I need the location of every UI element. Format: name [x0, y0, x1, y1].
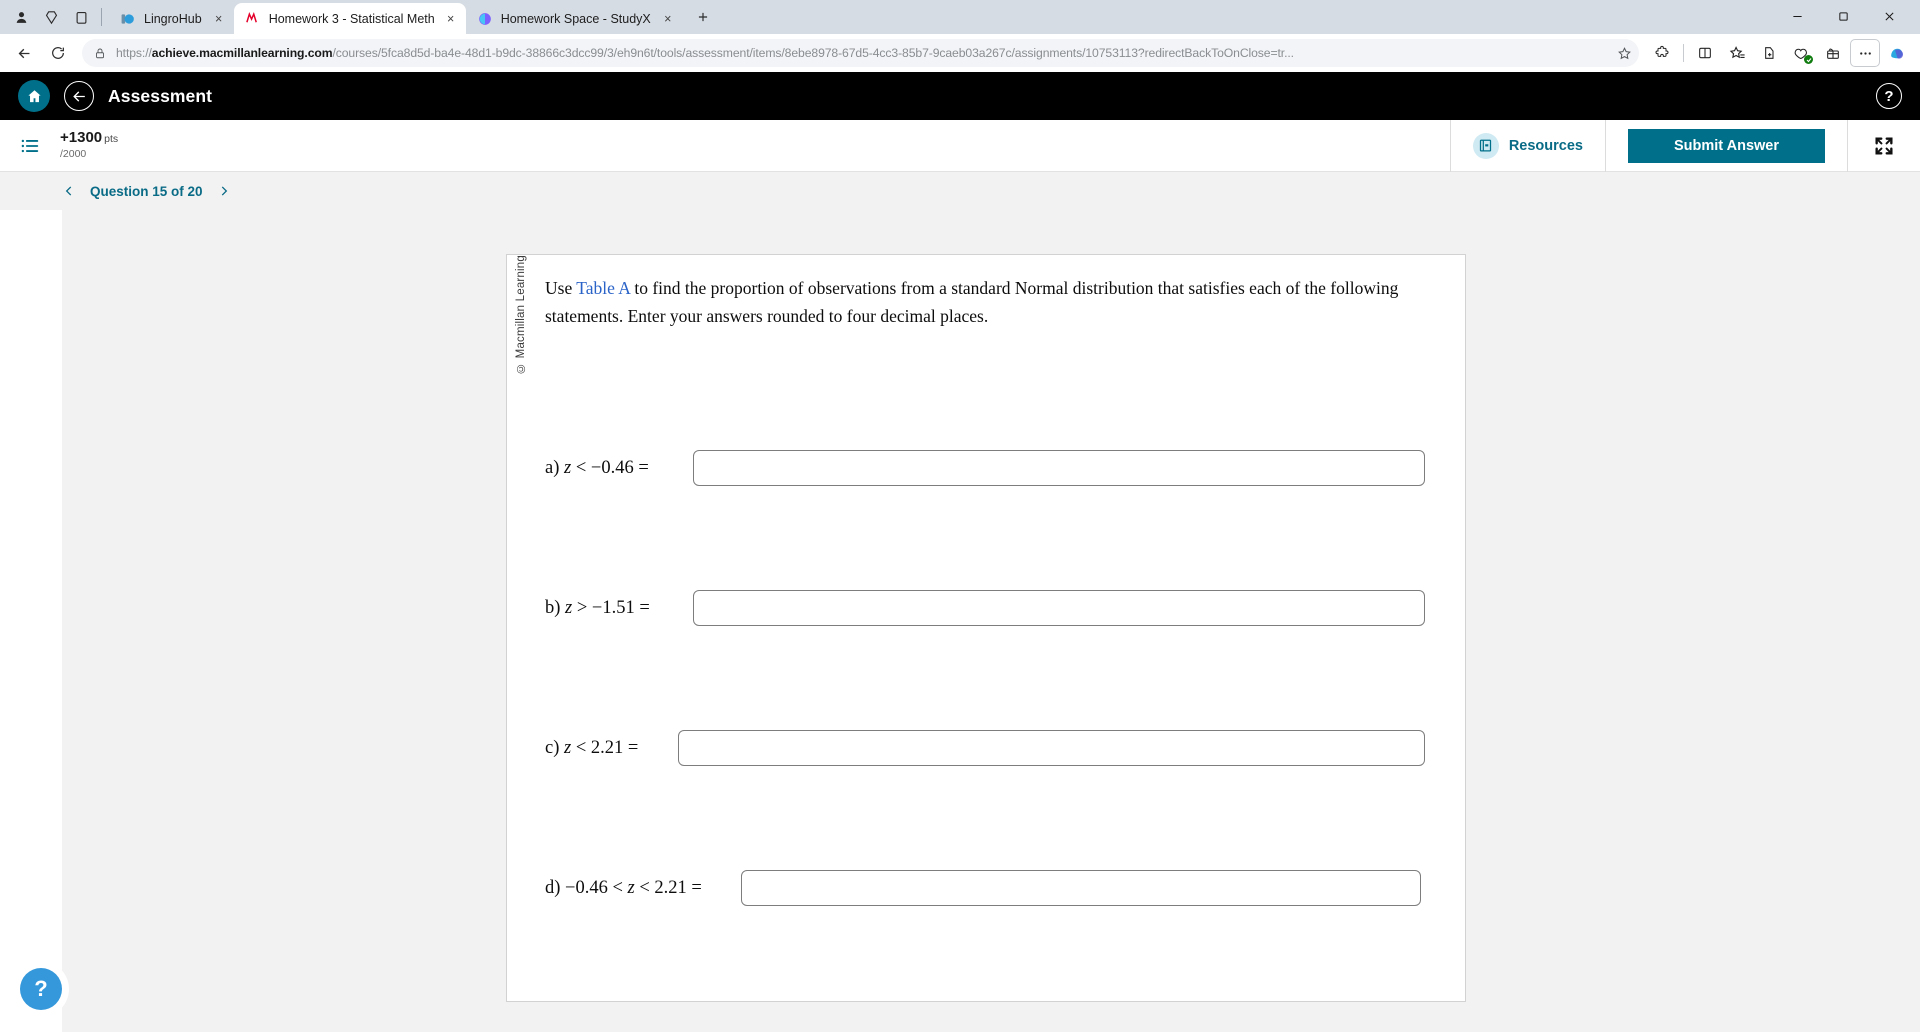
help-icon[interactable]: ?: [1876, 83, 1902, 109]
part-expression: < −0.46 =: [571, 457, 649, 478]
collections-icon[interactable]: [36, 3, 66, 31]
copilot-icon[interactable]: [1882, 39, 1912, 67]
home-icon[interactable]: [18, 80, 50, 112]
extensions-icon[interactable]: [1647, 39, 1677, 67]
chevron-left-icon[interactable]: [62, 184, 76, 198]
reload-button[interactable]: [42, 38, 74, 68]
answer-row-b: b) z > −1.51 =: [545, 538, 1425, 678]
address-bar[interactable]: https://achieve.macmillanlearning.com/co…: [82, 39, 1639, 67]
book-icon: [1472, 132, 1499, 159]
answer-input-b[interactable]: [693, 590, 1425, 627]
split-screen-icon[interactable]: [66, 3, 96, 31]
answer-label-c: c) z < 2.21 =: [545, 738, 653, 759]
browser-toolbar-icons: [1647, 39, 1912, 67]
answer-label-b: b) z > −1.51 =: [545, 598, 663, 619]
answer-input-d[interactable]: [741, 870, 1421, 907]
answer-label-a: a) z < −0.46 =: [545, 458, 663, 479]
maximize-button[interactable]: [1820, 0, 1866, 32]
macmillan-icon: [245, 11, 261, 27]
resources-label: Resources: [1508, 137, 1583, 154]
score-value: +1300: [60, 128, 103, 146]
browser-tab-lingrohub[interactable]: LingroHub ×: [109, 3, 234, 34]
part-expression: < 2.21 =: [634, 877, 702, 898]
score-toolbar: +1300 pts /2000 Resources Submit Answer: [0, 119, 1920, 172]
page-viewport: Assessment ? +1300 pts /2000 Resources S…: [0, 72, 1920, 1032]
chevron-right-icon[interactable]: [217, 184, 231, 198]
window-controls: [1774, 0, 1912, 34]
question-card: © Macmillan Learning Use Table A to find…: [506, 254, 1466, 1002]
tab-close-button[interactable]: ×: [210, 10, 228, 28]
part-prefix: b): [545, 597, 566, 618]
tab-close-button[interactable]: ×: [442, 10, 460, 28]
favorites-star-icon[interactable]: [1615, 46, 1633, 61]
part-expression: < 2.21 =: [571, 737, 639, 758]
answer-input-a[interactable]: [693, 450, 1425, 487]
part-prefix: a): [545, 457, 564, 478]
toolbar-divider: [1683, 44, 1684, 62]
prompt-text-before: Use: [545, 278, 577, 298]
browser-navigation-bar: https://achieve.macmillanlearning.com/co…: [0, 34, 1920, 72]
minimize-button[interactable]: [1774, 0, 1820, 32]
tab-strip: LingroHub × Homework 3 - Statistical Met…: [0, 0, 1920, 34]
profile-icon[interactable]: [6, 3, 36, 31]
answer-list: a) z < −0.46 = b) z > −1.51 = c) z < 2.2…: [527, 398, 1425, 958]
submit-answer-button[interactable]: Submit Answer: [1627, 128, 1825, 163]
split-screen-toolbar-icon[interactable]: [1690, 39, 1720, 67]
question-counter: Question 15 of 20: [90, 183, 203, 199]
score-display: +1300 pts /2000: [60, 128, 119, 161]
tab-title: Homework Space - StudyX: [500, 11, 651, 26]
answer-row-d: d) −0.46 < z < 2.21 =: [545, 818, 1425, 958]
back-arrow-icon[interactable]: [64, 81, 94, 111]
part-prefix: c): [545, 737, 564, 758]
tab-close-button[interactable]: ×: [659, 10, 677, 28]
lingrohub-icon: [120, 11, 136, 27]
page-title: Assessment: [108, 85, 213, 106]
browser-tab-studyx[interactable]: Homework Space - StudyX ×: [466, 3, 683, 34]
browser-window: LingroHub × Homework 3 - Statistical Met…: [0, 0, 1920, 1032]
essentials-check-badge: [1804, 55, 1813, 64]
browser-tab-homework-3[interactable]: Homework 3 - Statistical Methods ×: [233, 3, 466, 34]
lock-icon: [94, 47, 108, 60]
part-variable: z: [627, 877, 635, 898]
part-prefix: d) −0.46 <: [545, 877, 628, 898]
question-content-area: © Macmillan Learning Use Table A to find…: [0, 210, 1920, 1032]
tab-title: LingroHub: [144, 11, 202, 26]
score-value-row: +1300 pts: [60, 128, 119, 147]
part-expression: > −1.51 =: [572, 597, 650, 618]
left-rail: [0, 210, 62, 1032]
studyx-icon: [477, 11, 493, 27]
table-a-link[interactable]: Table A: [576, 278, 630, 298]
help-question-icon[interactable]: ?: [20, 968, 62, 1010]
score-unit: pts: [104, 132, 119, 145]
tab-separator: [101, 8, 102, 26]
answer-row-a: a) z < −0.46 =: [545, 398, 1425, 538]
favorites-icon[interactable]: [1722, 39, 1752, 67]
collections-add-icon[interactable]: [1754, 39, 1784, 67]
browser-essentials-icon[interactable]: [1786, 39, 1816, 67]
answer-label-d: d) −0.46 < z < 2.21 =: [545, 878, 725, 899]
resources-button[interactable]: Resources: [1449, 119, 1606, 172]
question-navigation: Question 15 of 20: [0, 172, 1920, 210]
back-button[interactable]: [8, 38, 40, 68]
score-actions: Resources Submit Answer: [1449, 119, 1920, 172]
fullscreen-icon[interactable]: [1848, 120, 1920, 172]
settings-more-icon[interactable]: [1850, 39, 1880, 67]
list-menu-icon[interactable]: [0, 135, 60, 157]
close-window-button[interactable]: [1866, 0, 1912, 32]
url-path: /courses/5fca8d5d-ba4e-48d1-b9dc-38866c3…: [332, 46, 1294, 60]
score-total: /2000: [60, 148, 87, 161]
url-text: https://achieve.macmillanlearning.com/co…: [116, 46, 1607, 60]
new-tab-button[interactable]: [689, 3, 717, 31]
question-prompt: Use Table A to find the proportion of ob…: [545, 275, 1425, 330]
copyright-notice: © Macmillan Learning: [515, 255, 527, 374]
url-domain: achieve.macmillanlearning.com: [151, 46, 333, 60]
prompt-text-after: to find the proportion of observations f…: [545, 278, 1399, 326]
answer-row-c: c) z < 2.21 =: [545, 678, 1425, 818]
url-scheme: https://: [116, 46, 152, 60]
tab-title: Homework 3 - Statistical Methods: [268, 11, 434, 26]
gift-icon[interactable]: [1818, 39, 1848, 67]
answer-input-c[interactable]: [678, 730, 1425, 767]
submit-button-wrap: Submit Answer: [1606, 119, 1848, 172]
assessment-header: Assessment ?: [0, 72, 1920, 120]
